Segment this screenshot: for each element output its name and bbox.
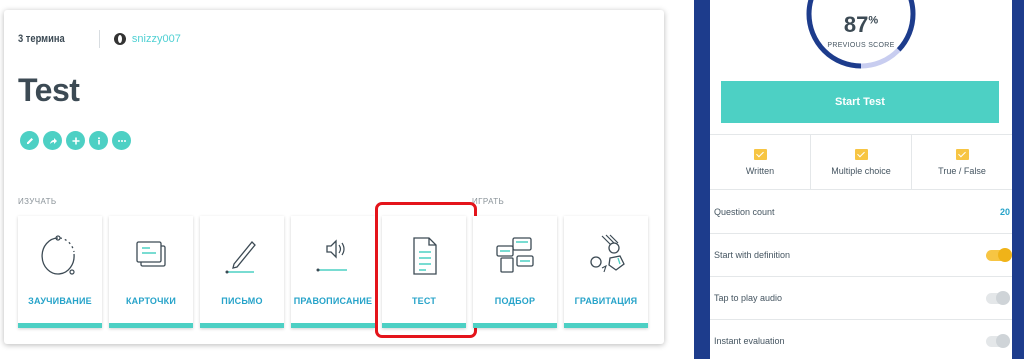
learn-icon (41, 235, 75, 275)
option-question-count[interactable]: Question count 20 (710, 191, 1012, 234)
qtype-written-label: Written (745, 165, 775, 176)
tap-to-play-audio-toggle[interactable] (986, 290, 1010, 305)
avatar[interactable] (113, 33, 126, 45)
tap-to-play-audio-label: Tap to play audio (714, 293, 783, 303)
qtype-true-false[interactable]: True / False (912, 135, 1012, 189)
checkbox-checked-icon[interactable] (955, 148, 969, 160)
question-count-value[interactable]: 20 (1000, 207, 1010, 217)
instant-evaluation-label: Instant evaluation (714, 336, 785, 346)
mode-test-tile[interactable]: ТЕСТ (375, 202, 477, 338)
instant-evaluation-toggle[interactable] (986, 333, 1010, 348)
mode-flashcards-tile[interactable]: КАРТОЧКИ (109, 216, 193, 328)
study-set-card: 3 термина snizzy007 Test ИЗУЧАТЬ ИГРАТЬ … (4, 10, 664, 344)
qtype-written[interactable]: Written (710, 135, 811, 189)
flashcards-icon (136, 241, 166, 267)
qtype-true-false-label: True / False (938, 165, 986, 176)
score-value: 87 (843, 12, 869, 37)
share-icon[interactable] (43, 131, 62, 150)
mode-gravity-tile[interactable]: ГРАВИТАЦИЯ (564, 216, 648, 328)
qtype-multiple-choice[interactable]: Multiple choice (811, 135, 912, 189)
mode-match-tile[interactable]: ПОДБОР (473, 216, 557, 328)
qtype-multiple-choice-label: Multiple choice (831, 165, 891, 176)
start-with-definition-toggle[interactable] (986, 247, 1012, 262)
option-start-with-definition: Start with definition (710, 234, 1012, 277)
mode-spell-tile[interactable]: ПРАВОПИСАНИЕ (291, 216, 375, 328)
section-study-label: ИЗУЧАТЬ (18, 197, 57, 206)
term-count: 3 термина (18, 33, 65, 45)
match-icon (496, 237, 534, 273)
mode-write-tile[interactable]: ПИСЬМО (200, 216, 284, 328)
divider (98, 30, 100, 48)
more-icon[interactable] (112, 131, 131, 150)
previous-score: 87% (710, 12, 1012, 38)
question-count-label: Question count (714, 207, 775, 217)
page-title: Test (18, 72, 80, 108)
option-instant-evaluation: Instant evaluation (710, 320, 1012, 359)
mode-flashcards-label: КАРТОЧКИ (125, 296, 177, 306)
pencil-icon (225, 241, 256, 274)
gravity-asteroid-icon (590, 234, 625, 273)
add-icon[interactable] (66, 131, 85, 150)
mode-spell-label: ПРАВОПИСАНИЕ (293, 296, 373, 306)
speaker-icon (316, 239, 347, 272)
test-options-panel: 87% PREVIOUS SCORE Start Test Written Mu… (694, 0, 1024, 359)
set-actions (20, 131, 131, 150)
score-unit: % (868, 14, 879, 27)
info-icon[interactable] (89, 131, 108, 150)
edit-icon[interactable] (20, 131, 39, 150)
mode-write-label: ПИСЬМО (221, 296, 263, 306)
start-with-definition-label: Start with definition (714, 250, 791, 260)
section-play-label: ИГРАТЬ (472, 197, 505, 206)
mode-learn-label: ЗАУЧИВАНИЕ (28, 296, 92, 306)
username-link[interactable]: snizzy007 (132, 33, 181, 45)
set-meta: 3 термина snizzy007 (18, 30, 181, 48)
toggle-knob (998, 247, 1012, 262)
checkbox-checked-icon[interactable] (854, 148, 868, 160)
mode-learn-tile[interactable]: ЗАУЧИВАНИЕ (18, 216, 102, 328)
question-types: Written Multiple choice True / False (710, 134, 1012, 190)
screen: 3 термина snizzy007 Test ИЗУЧАТЬ ИГРАТЬ … (0, 0, 1028, 359)
score-label: PREVIOUS SCORE (827, 42, 895, 49)
toggle-knob (996, 333, 1010, 348)
option-tap-to-play-audio: Tap to play audio (710, 277, 1012, 320)
test-document-icon (413, 237, 437, 275)
mode-test-label: ТЕСТ (411, 296, 437, 306)
checkbox-checked-icon[interactable] (753, 148, 767, 160)
mode-match-label: ПОДБОР (494, 296, 536, 306)
mode-gravity-label: ГРАВИТАЦИЯ (574, 296, 638, 306)
study-modes: ЗАУЧИВАНИЕ КАРТОЧКИ ПИСЬМО ПРАВОПИСАНИЕ … (18, 202, 648, 338)
start-test-button[interactable]: Start Test (721, 81, 999, 123)
toggle-knob (996, 290, 1010, 305)
